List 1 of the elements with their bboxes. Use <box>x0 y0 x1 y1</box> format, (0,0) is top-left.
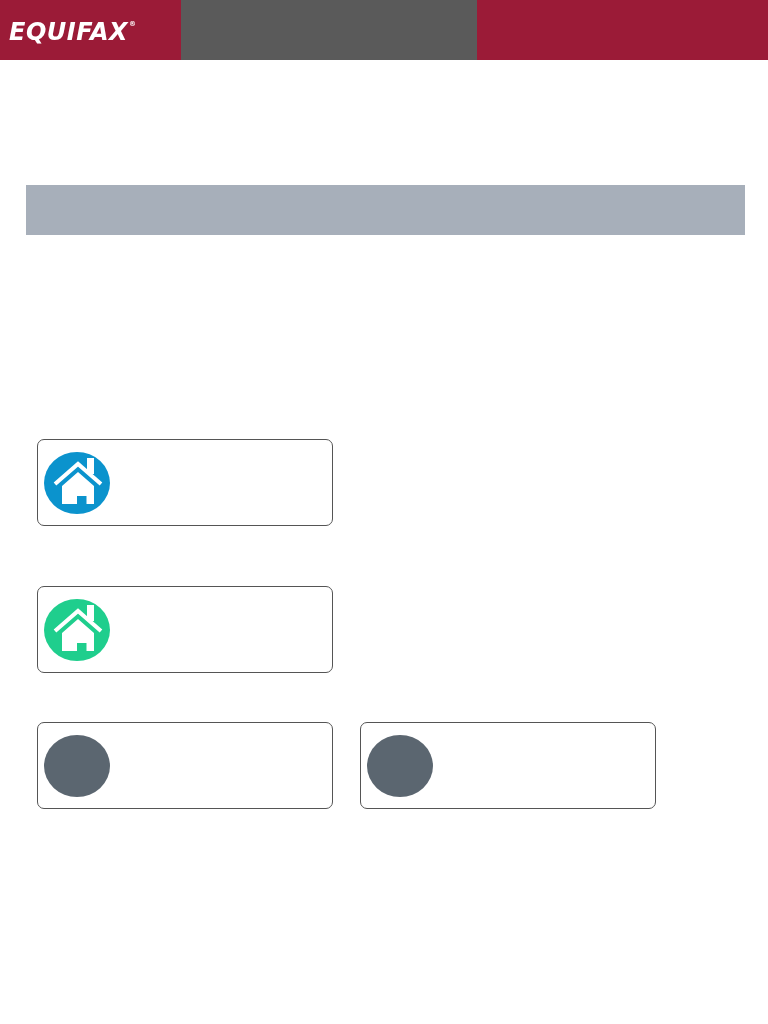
brand-logo: EQUIFAX$^{®}$ <box>9 19 137 44</box>
